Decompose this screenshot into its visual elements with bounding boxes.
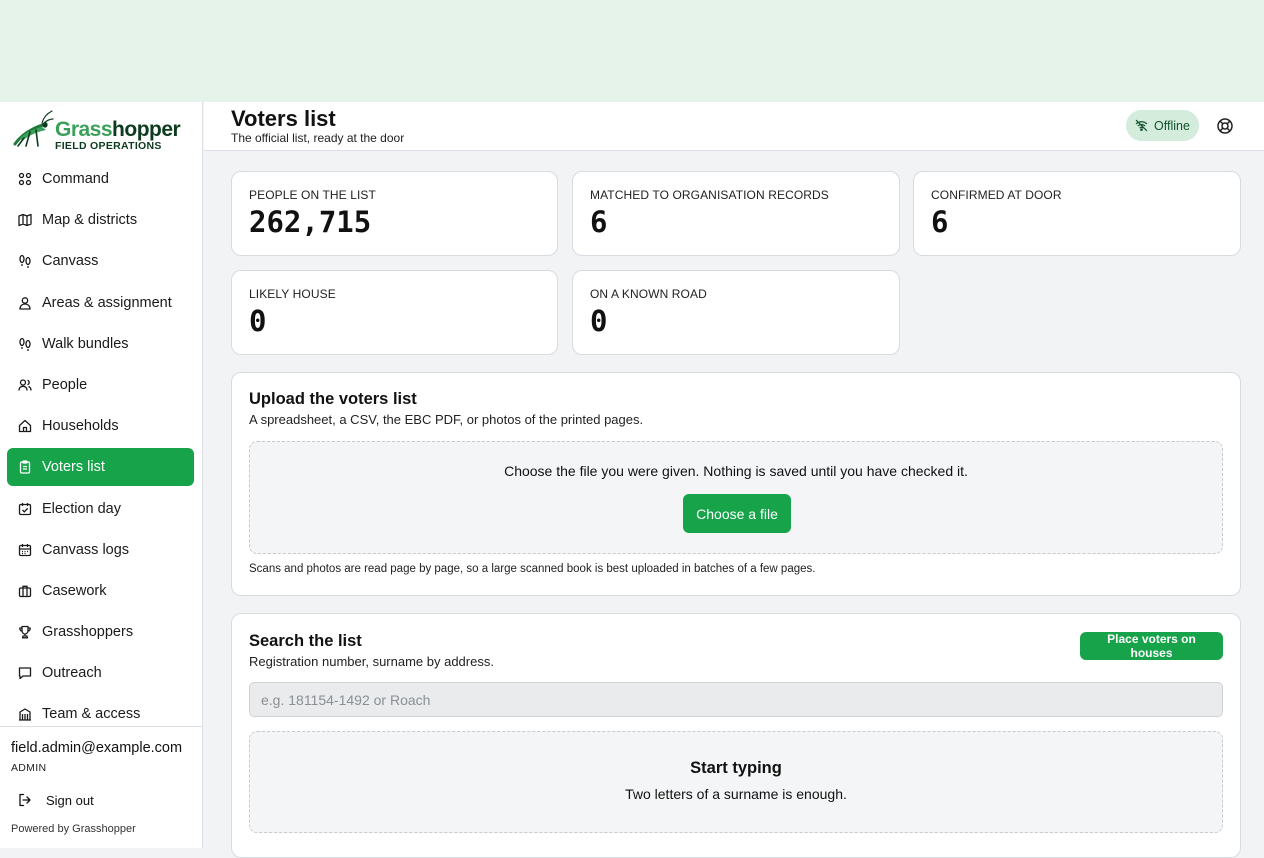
- offline-status-button[interactable]: Offline: [1126, 110, 1199, 141]
- sidebar-item-label: Casework: [42, 582, 107, 599]
- stat-card-known-road: ON A KNOWN ROAD 0: [572, 270, 900, 355]
- sidebar-item-households[interactable]: Households: [7, 407, 194, 445]
- sidebar-item-people[interactable]: People: [7, 366, 194, 404]
- footprints-icon: [18, 337, 32, 351]
- sidebar-nav: Command Map & districts Canvass Areas & …: [0, 160, 203, 725]
- sidebar-item-canvass-logs[interactable]: Canvass logs: [7, 531, 194, 569]
- search-input[interactable]: [249, 682, 1223, 717]
- grasshopper-logo-icon: [13, 110, 54, 147]
- sign-out-label: Sign out: [46, 792, 94, 808]
- home-icon: [18, 419, 32, 433]
- clipboard-icon: [18, 460, 32, 474]
- stat-label: ON A KNOWN ROAD: [590, 287, 707, 301]
- calendar-check-icon: [18, 502, 32, 516]
- user-pin-icon: [18, 296, 32, 310]
- sidebar-item-outreach[interactable]: Outreach: [7, 654, 194, 692]
- page-header: Voters list The official list, ready at …: [204, 102, 1264, 151]
- sidebar-item-canvass[interactable]: Canvass: [7, 242, 194, 280]
- users-icon: [18, 378, 32, 392]
- stat-label: PEOPLE ON THE LIST: [249, 188, 376, 202]
- stat-card-likely-house: LIKELY HOUSE 0: [231, 270, 558, 355]
- stat-value: 6: [590, 205, 608, 239]
- wifi-off-icon: [1135, 119, 1148, 132]
- empty-state-title: Start typing: [690, 759, 782, 777]
- dropzone-text: Choose the file you were given. Nothing …: [504, 463, 968, 479]
- help-button[interactable]: [1216, 117, 1234, 135]
- sidebar-item-voters-list[interactable]: Voters list: [7, 448, 194, 487]
- message-icon: [18, 666, 32, 680]
- sidebar-item-map-districts[interactable]: Map & districts: [7, 201, 194, 239]
- sidebar-item-command[interactable]: Command: [7, 160, 194, 198]
- upload-subtitle: A spreadsheet, a CSV, the EBC PDF, or ph…: [249, 412, 644, 427]
- sidebar-item-walk-bundles[interactable]: Walk bundles: [7, 325, 194, 363]
- sign-out-icon: [18, 793, 32, 807]
- place-voters-button[interactable]: Place voters on houses: [1080, 632, 1223, 660]
- map-icon: [18, 213, 32, 227]
- stat-label: CONFIRMED AT DOOR: [931, 188, 1062, 202]
- briefcase-icon: [18, 584, 32, 598]
- stat-value: 6: [931, 205, 949, 239]
- trophy-icon: [18, 625, 32, 639]
- calendar-icon: [18, 543, 32, 557]
- search-subtitle: Registration number, surname by address.: [249, 654, 494, 669]
- footprints-icon: [18, 254, 32, 269]
- sidebar: Grasshopper FIELD OPERATIONS Command Map…: [0, 102, 203, 848]
- search-title: Search the list: [249, 632, 362, 650]
- sidebar-item-label: Map & districts: [42, 212, 138, 229]
- search-section: Search the list Registration number, sur…: [231, 613, 1241, 858]
- sidebar-item-label: Grasshoppers: [42, 624, 134, 641]
- powered-by: Powered by Grasshopper: [11, 823, 136, 835]
- upload-section: Upload the voters list A spreadsheet, a …: [231, 372, 1241, 596]
- top-banner: [0, 0, 1264, 102]
- upload-title: Upload the voters list: [249, 390, 417, 408]
- stat-label: MATCHED TO ORGANISATION RECORDS: [590, 188, 829, 202]
- stat-value: 262,715: [249, 205, 372, 239]
- upload-dropzone[interactable]: Choose the file you were given. Nothing …: [249, 441, 1223, 554]
- sidebar-item-label: Voters list: [42, 459, 105, 476]
- brand-logo[interactable]: Grasshopper FIELD OPERATIONS: [12, 108, 192, 152]
- sidebar-item-casework[interactable]: Casework: [7, 572, 194, 610]
- sidebar-item-grasshoppers[interactable]: Grasshoppers: [7, 613, 194, 651]
- sidebar-item-label: Households: [42, 418, 119, 435]
- choose-file-button[interactable]: Choose a file: [683, 494, 791, 533]
- sidebar-item-label: Team & access: [42, 706, 141, 723]
- sidebar-item-label: People: [42, 376, 88, 393]
- sidebar-item-label: Canvass: [42, 253, 99, 270]
- sidebar-item-label: Canvass logs: [42, 541, 130, 558]
- sign-out-button[interactable]: Sign out: [11, 789, 94, 811]
- user-email: field.admin@example.com: [11, 740, 183, 756]
- stat-value: 0: [249, 304, 267, 338]
- sidebar-item-label: Areas & assignment: [42, 294, 172, 311]
- sidebar-item-label: Outreach: [42, 665, 102, 682]
- lifebuoy-icon: [1217, 118, 1233, 134]
- sidebar-item-label: Command: [42, 171, 109, 187]
- sidebar-item-label: Walk bundles: [42, 335, 129, 352]
- stat-card-confirmed-at-door: CONFIRMED AT DOOR 6: [913, 171, 1241, 256]
- brand-name: Grasshopper: [55, 118, 181, 141]
- brand-tagline: FIELD OPERATIONS: [55, 140, 162, 152]
- sidebar-footer: field.admin@example.com ADMIN Sign out P…: [0, 726, 203, 849]
- sidebar-item-areas-assignment[interactable]: Areas & assignment: [7, 284, 194, 322]
- user-role: ADMIN: [11, 762, 47, 774]
- page-title: Voters list: [231, 106, 336, 131]
- sidebar-item-election-day[interactable]: Election day: [7, 490, 194, 528]
- search-empty-state: Start typing Two letters of a surname is…: [249, 731, 1223, 833]
- stat-card-people-on-list: PEOPLE ON THE LIST 262,715: [231, 171, 558, 256]
- command-icon: [18, 172, 32, 186]
- sidebar-item-label: Election day: [42, 500, 121, 517]
- sidebar-item-team-access[interactable]: Team & access: [7, 695, 194, 725]
- upload-note: Scans and photos are read page by page, …: [249, 563, 816, 575]
- building-icon: [18, 707, 32, 722]
- page-subtitle: The official list, ready at the door: [231, 131, 405, 145]
- offline-status-label: Offline: [1154, 118, 1190, 133]
- stat-label: LIKELY HOUSE: [249, 287, 336, 301]
- stat-value: 0: [590, 304, 608, 338]
- stat-card-matched-records: MATCHED TO ORGANISATION RECORDS 6: [572, 171, 900, 256]
- empty-state-subtitle: Two letters of a surname is enough.: [625, 786, 847, 802]
